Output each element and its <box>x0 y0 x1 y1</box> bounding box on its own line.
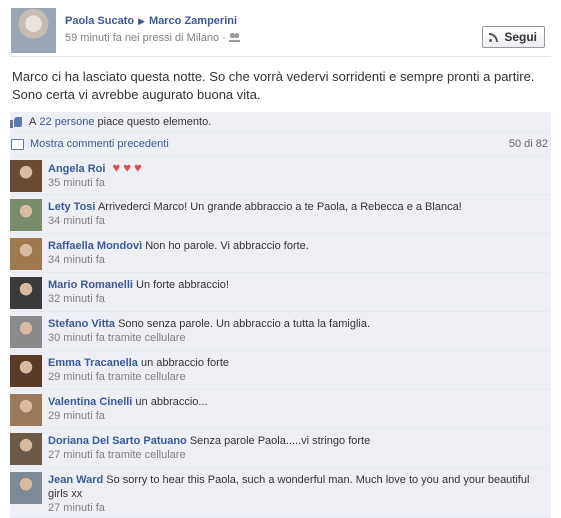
comment-text: Un forte abbraccio! <box>136 279 229 291</box>
comment-timestamp[interactable]: 32 minuti fa <box>48 292 229 306</box>
comment-item: Doriana Del Sarto Patuano Senza parole P… <box>10 429 551 468</box>
post-meta: 59 minuti fa nei pressi di Milano · <box>65 32 240 44</box>
comment-item: Mario Romanelli Un forte abbraccio! 32 mi… <box>10 273 551 312</box>
more-comments-left: Mostra commenti precedenti <box>10 138 169 150</box>
commenter-avatar[interactable] <box>10 472 42 504</box>
comment-text: So sorry to hear this Paola, such a wond… <box>48 474 530 500</box>
comment-item: Valentina Cinelli un abbraccio... 29 minu… <box>10 390 551 429</box>
commenter-name-link[interactable]: Angela Roi <box>48 163 105 175</box>
commenter-avatar[interactable] <box>10 394 42 426</box>
commenter-avatar[interactable] <box>10 277 42 309</box>
comment-text: un abbraccio... <box>135 396 208 408</box>
commenter-name-link[interactable]: Lety Tosi <box>48 201 95 213</box>
comment-item: Stefano Vitta Sono senza parole. Un abbr… <box>10 312 551 351</box>
commenter-name-link[interactable]: Raffaella Mondovì <box>48 240 142 252</box>
heart-emoticons: ♥♥♥ <box>112 160 145 175</box>
comment-body: Valentina Cinelli un abbraccio... 29 minu… <box>48 394 208 426</box>
comment-body: Raffaella Mondovì Non ho parole. Vi abbr… <box>48 238 309 270</box>
comments-count: 50 di 82 <box>508 138 548 150</box>
commenter-avatar[interactable] <box>10 355 42 387</box>
commenter-avatar[interactable] <box>10 316 42 348</box>
post-timestamp[interactable]: 59 minuti fa nei pressi di Milano · <box>65 32 226 44</box>
more-comments-row: Mostra commenti precedenti 50 di 82 <box>10 133 551 156</box>
follow-button-label: Segui <box>504 30 537 44</box>
commenter-name-link[interactable]: Doriana Del Sarto Patuano <box>48 435 187 447</box>
commenter-avatar[interactable] <box>10 238 42 270</box>
comment-timestamp[interactable]: 27 minuti fa tramite cellulare <box>48 448 370 462</box>
comment-body: Angela Roi ♥♥♥ 35 minuti fa <box>48 160 145 192</box>
post-header: Paola Sucato ▶ Marco Zamperini 59 minuti f… <box>0 0 561 56</box>
commenter-name-link[interactable]: Mario Romanelli <box>48 279 133 291</box>
rss-icon <box>489 32 499 42</box>
comment-body: Lety Tosi Arrivederci Marco! Un grande a… <box>48 199 462 231</box>
commenter-avatar[interactable] <box>10 160 42 192</box>
author-line: Paola Sucato ▶ Marco Zamperini <box>65 15 237 27</box>
likes-row: A 22 persone piace questo elemento. <box>10 112 551 133</box>
comment-timestamp[interactable]: 34 minuti fa <box>48 214 462 228</box>
comment-timestamp[interactable]: 27 minuti fa <box>48 501 551 515</box>
comment-list: Angela Roi ♥♥♥ 35 minuti fa Lety Tosi Arri… <box>10 156 551 518</box>
comment-item: Raffaella Mondovì Non ho parole. Vi abbr… <box>10 234 551 273</box>
audience-icon[interactable] <box>228 33 240 42</box>
like-thumb-icon <box>10 116 23 128</box>
comment-body: Emma Tracanella un abbraccio forte 29 min… <box>48 355 229 387</box>
target-name-link[interactable]: Marco Zamperini <box>149 15 237 27</box>
comment-text: Sono senza parole. Un abbraccio a tutta … <box>118 318 371 330</box>
follow-button[interactable]: Segui <box>482 26 545 48</box>
comment-body: Mario Romanelli Un forte abbraccio! 32 mi… <box>48 277 229 309</box>
comment-item: Jean Ward So sorry to hear this Paola, s… <box>10 468 551 518</box>
commenter-avatar[interactable] <box>10 433 42 465</box>
author-avatar[interactable] <box>11 8 56 53</box>
author-name-link[interactable]: Paola Sucato <box>65 15 134 27</box>
commenter-name-link[interactable]: Jean Ward <box>48 474 103 486</box>
commenter-name-link[interactable]: Emma Tracanella <box>48 357 138 369</box>
comment-item: Emma Tracanella un abbraccio forte 29 min… <box>10 351 551 390</box>
post-text: Marco ci ha lasciato questa notte. So ch… <box>12 69 535 102</box>
comment-timestamp[interactable]: 34 minuti fa <box>48 253 309 267</box>
commenter-avatar[interactable] <box>10 199 42 231</box>
comment-timestamp[interactable]: 30 minuti fa tramite cellulare <box>48 331 370 345</box>
likes-suffix: piace questo elemento. <box>97 116 212 128</box>
comment-body: Stefano Vitta Sono senza parole. Un abbr… <box>48 316 370 348</box>
likes-count-link[interactable]: 22 persone <box>39 116 94 128</box>
show-previous-comments-link[interactable]: Mostra commenti precedenti <box>30 138 169 150</box>
likes-prefix: A <box>29 116 37 128</box>
comment-text: Arrivederci Marco! Un grande abbraccio a… <box>97 201 462 213</box>
comment-bubble-icon <box>11 138 24 150</box>
comment-text: un abbraccio forte <box>140 357 230 369</box>
commenter-name-link[interactable]: Valentina Cinelli <box>48 396 132 408</box>
comment-item: Lety Tosi Arrivederci Marco! Un grande a… <box>10 195 551 234</box>
comment-timestamp[interactable]: 29 minuti fa <box>48 409 208 423</box>
comment-item: Angela Roi ♥♥♥ 35 minuti fa <box>10 156 551 195</box>
comment-body: Jean Ward So sorry to hear this Paola, s… <box>48 472 551 515</box>
comment-text: Non ho parole. Vi abbraccio forte. <box>145 240 309 252</box>
comment-timestamp[interactable]: 35 minuti fa <box>48 176 145 190</box>
arrow-icon: ▶ <box>138 16 145 26</box>
comment-timestamp[interactable]: 29 minuti fa tramite cellulare <box>48 370 229 384</box>
comment-text: Senza parole Paola.....vi stringo forte <box>189 435 371 447</box>
commenter-name-link[interactable]: Stefano Vitta <box>48 318 115 330</box>
comment-body: Doriana Del Sarto Patuano Senza parole P… <box>48 433 370 465</box>
feedback-area: A 22 persone piace questo elemento. Most… <box>10 112 551 518</box>
